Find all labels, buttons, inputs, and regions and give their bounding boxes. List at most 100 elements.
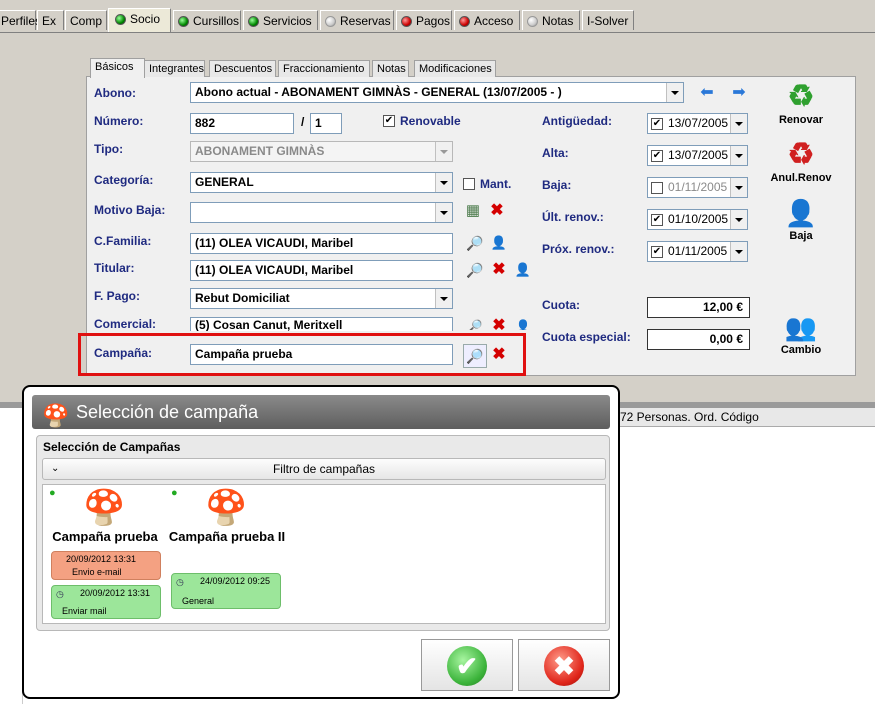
date-checkbox[interactable]: ✔ [651,118,663,130]
titular-input[interactable]: (11) OLEA VICAUDI, Maribel [190,260,453,281]
chevron-down-icon[interactable] [435,173,452,192]
renovar-button[interactable]: ♻ Renovar [766,80,836,126]
tipo-label: Tipo: [94,142,124,156]
cambio-button[interactable]: 👥 Cambio [766,310,836,356]
subtab-descuentos[interactable]: Descuentos [209,60,276,77]
campaign-group: Selección de Campañas ⌄ Filtro de campañ… [36,435,610,631]
tab-acceso[interactable]: Acceso [454,10,520,30]
baja-date[interactable]: 01/11/2005 [647,177,748,198]
delete-icon[interactable]: ✖ [490,262,508,280]
arrow-right-icon[interactable]: ➡ [730,85,748,103]
delete-icon[interactable]: ✖ [488,203,506,221]
chevron-down-icon[interactable] [730,146,747,165]
categoria-select[interactable]: GENERAL [190,172,453,193]
baja-label: Baja: [542,178,572,192]
campaign-card[interactable]: ● 🍄 Campaña prueba 20/09/2012 13:31 Envi… [45,485,165,619]
date-checkbox[interactable]: ✔ [651,246,663,258]
grid-add-icon[interactable]: ▦ [464,203,482,221]
pill-date: 20/09/2012 13:31 [66,554,137,564]
alta-label: Alta: [542,146,569,160]
accept-button[interactable]: ✔ [421,639,513,691]
tab-comp[interactable]: Comp [65,10,107,30]
baja-button[interactable]: 👤 Baja [766,196,836,242]
ult-renov-label: Últ. renov.: [542,210,604,224]
top-tab-bar: Perfiles Ex Comp Socio Cursillos Servici… [0,8,875,33]
lower-left-column [0,426,23,704]
person-icon[interactable]: 👤 [490,235,508,253]
cuota-especial-input[interactable]: 0,00 € [647,329,750,350]
campaign-status-pill: ◷ 24/09/2012 09:25 General [171,573,281,609]
chevron-down-icon[interactable] [730,242,747,261]
ult-renov-date[interactable]: ✔ 01/10/2005 [647,209,748,230]
tab-ex[interactable]: Ex [37,10,64,30]
fpago-select[interactable]: Rebut Domiciliat [190,288,453,309]
status-led-icon [178,16,189,27]
subtab-notas[interactable]: Notas [372,60,409,77]
tab-notas[interactable]: Notas [522,10,580,30]
cuota-input[interactable]: 12,00 € [647,297,750,318]
abono-select[interactable]: Abono actual - ABONAMENT GIMNÀS - GENERA… [190,82,684,103]
antiguedad-date[interactable]: ✔ 13/07/2005 [647,113,748,134]
tab-servicios[interactable]: Servicios [243,10,318,30]
subtab-integrantes[interactable]: Integrantes [144,60,205,77]
delete-icon[interactable]: ✖ [490,318,508,330]
chevron-down-icon[interactable] [730,114,747,133]
anul-renov-button[interactable]: ♻ Anul.Renov [766,138,836,184]
chevron-down-icon[interactable] [730,178,747,197]
tab-label: Cursillos [193,14,240,28]
date-value: 13/07/2005 [668,116,729,130]
campaign-card[interactable]: ● 🍄 Campaña prueba II ◷ 24/09/2012 09:25… [167,485,287,619]
search-icon[interactable]: 🔎 [466,318,484,330]
date-checkbox[interactable]: ✔ [651,214,663,226]
numero-input[interactable]: 882 [190,113,294,134]
campaign-cards-area: ● 🍄 Campaña prueba 20/09/2012 13:31 Envi… [42,484,606,624]
campaign-status-pill: ◷ 20/09/2012 13:31 Enviar mail [51,585,161,619]
subtab-label: Fraccionamiento [283,63,365,75]
person-icon[interactable]: 👤 [514,262,532,280]
subtab-label: Básicos [95,61,134,73]
comercial-input[interactable]: (5) Cosan Canut, Meritxell [190,317,453,331]
prox-renov-date[interactable]: ✔ 01/11/2005 [647,241,748,262]
titular-label: Titular: [94,261,135,275]
search-icon[interactable]: 🔎 [466,235,484,253]
pill-status: Enviar mail [62,606,107,616]
subtab-modificaciones[interactable]: Modificaciones [414,60,496,77]
arrow-left-icon[interactable]: ⬅ [698,85,716,103]
date-checkbox[interactable] [651,182,663,194]
cfamilia-label: C.Familia: [94,234,152,248]
tab-label: Pagos [416,14,451,28]
subtab-basicos[interactable]: Básicos [90,58,145,78]
tab-cursillos[interactable]: Cursillos [173,10,241,30]
renovable-checkbox[interactable]: ✔ [383,115,395,127]
search-icon[interactable]: 🔎 [466,262,484,280]
button-label: Renovar [778,114,824,126]
cfamilia-input[interactable]: (11) OLEA VICAUDI, Maribel [190,233,453,254]
tab-label: Ex [42,14,57,28]
person-icon[interactable]: 👤 [514,318,532,330]
tipo-select: ABONAMENT GIMNÀS [190,141,453,162]
mant-checkbox[interactable] [463,178,475,190]
cancel-button[interactable]: ✖ [518,639,610,691]
subtab-label: Modificaciones [419,63,492,75]
tab-pagos[interactable]: Pagos [396,10,452,30]
date-checkbox[interactable]: ✔ [651,150,663,162]
campaign-filter-toggle[interactable]: ⌄ Filtro de campañas [42,458,606,480]
tab-isolver[interactable]: I-Solver [582,10,634,30]
chevron-down-icon[interactable] [435,289,452,308]
chevron-down-icon[interactable] [730,210,747,229]
categoria-value: GENERAL [195,175,254,189]
date-value: 01/10/2005 [668,212,729,226]
chevron-down-icon[interactable] [666,83,683,102]
tab-label: Perfiles [1,14,42,28]
status-led-icon [248,16,259,27]
filter-label: Filtro de campañas [272,462,376,476]
numero-suffix-input[interactable]: 1 [310,113,342,134]
alta-date[interactable]: ✔ 13/07/2005 [647,145,748,166]
tab-socio[interactable]: Socio [108,8,171,32]
tab-reservas[interactable]: Reservas [320,10,394,30]
prox-renov-label: Próx. renov.: [542,242,615,256]
tab-perfiles[interactable]: Perfiles [0,10,41,30]
motivo-baja-select[interactable] [190,202,453,223]
chevron-down-icon[interactable] [435,203,452,222]
subtab-fraccionamiento[interactable]: Fraccionamiento [278,60,370,77]
